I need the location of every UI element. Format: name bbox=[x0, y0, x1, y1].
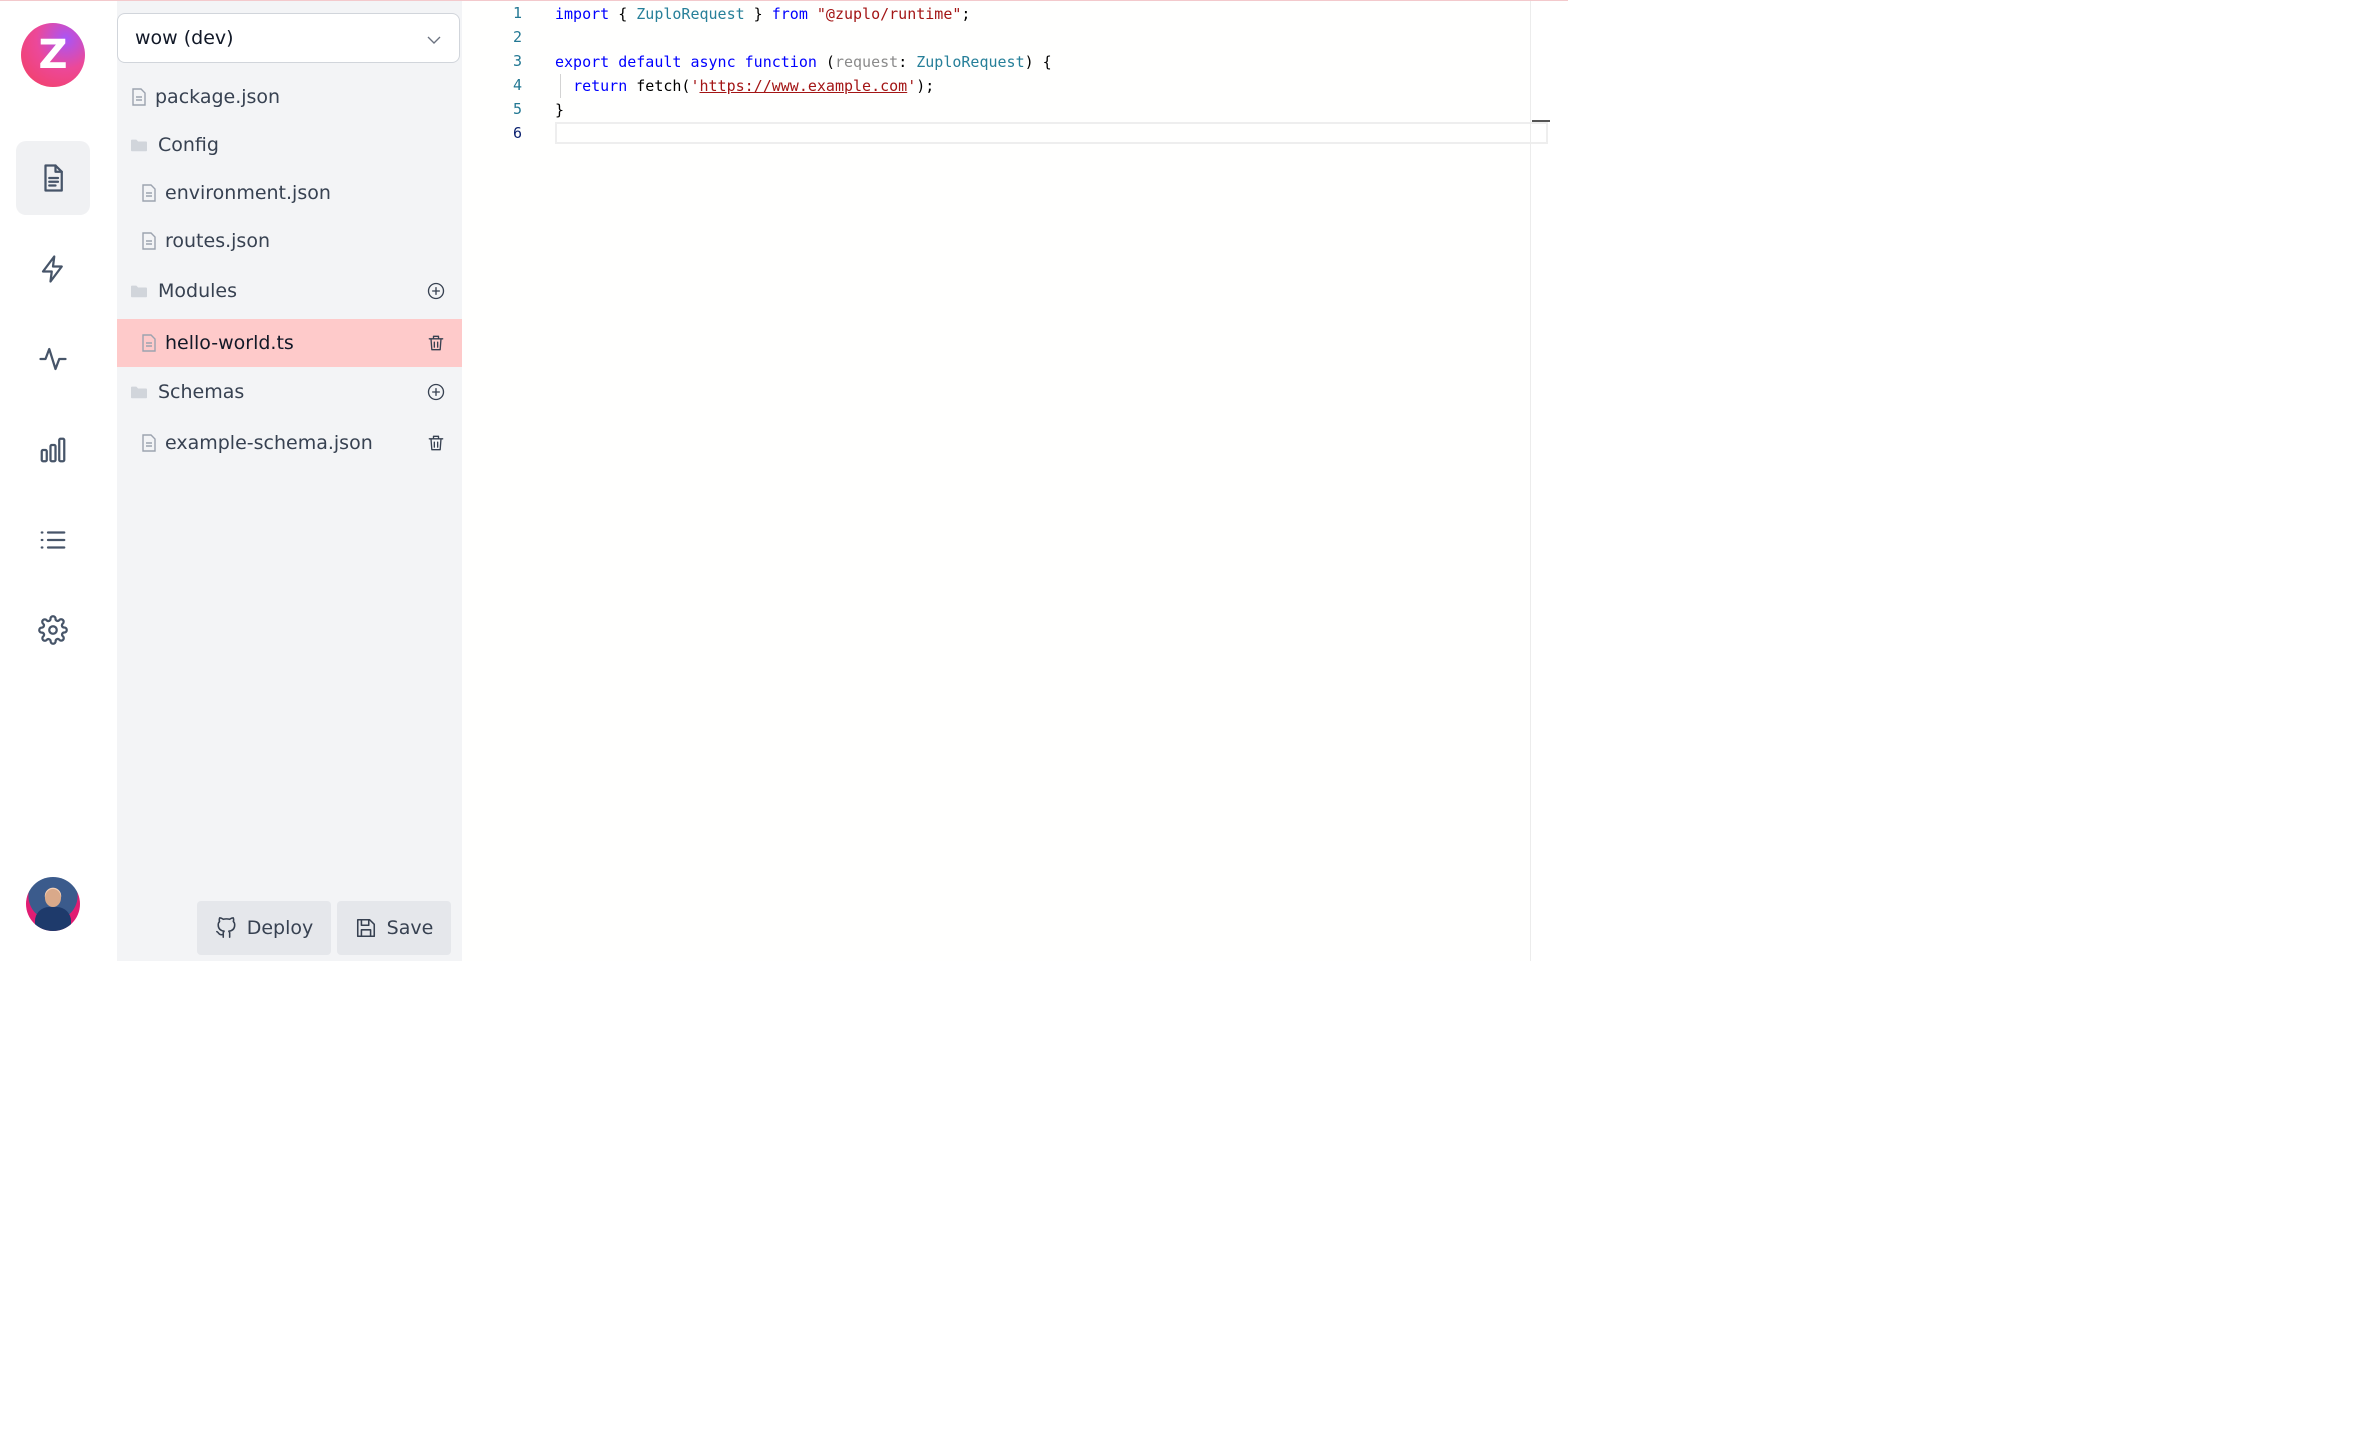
files-nav-button[interactable] bbox=[16, 141, 90, 215]
folder-label: Config bbox=[158, 134, 219, 156]
user-avatar[interactable] bbox=[26, 877, 80, 931]
file-label: example-schema.json bbox=[165, 432, 373, 454]
file-explorer-panel: wow (dev) package.json Config environmen… bbox=[117, 1, 462, 961]
analytics-nav-button[interactable] bbox=[16, 413, 90, 487]
folder-item-schemas[interactable]: Schemas bbox=[117, 368, 462, 416]
line-number: 5 bbox=[512, 100, 522, 118]
floppy-disk-icon bbox=[356, 918, 375, 938]
file-icon bbox=[131, 88, 147, 106]
gear-icon bbox=[38, 615, 68, 645]
file-item-hello-world-ts[interactable]: hello-world.ts bbox=[117, 319, 462, 367]
folder-icon bbox=[130, 282, 148, 300]
current-line-highlight bbox=[555, 122, 1548, 144]
trash-icon bbox=[428, 335, 444, 351]
logs-nav-button[interactable] bbox=[16, 503, 90, 577]
code-line-1: import { ZuploRequest } from "@zuplo/run… bbox=[555, 5, 971, 23]
document-icon bbox=[44, 164, 63, 192]
plus-circle-icon bbox=[427, 383, 445, 401]
add-schema-button[interactable] bbox=[426, 382, 446, 402]
file-item-package-json[interactable]: package.json bbox=[117, 73, 462, 121]
save-label: Save bbox=[386, 917, 434, 939]
line-number: 4 bbox=[512, 76, 522, 94]
code-line-4: return fetch('https://www.example.com'); bbox=[573, 77, 935, 95]
bar-chart-icon bbox=[40, 437, 66, 463]
delete-file-button[interactable] bbox=[426, 333, 446, 353]
lightning-icon bbox=[41, 255, 63, 283]
file-label: hello-world.ts bbox=[165, 332, 294, 354]
file-item-example-schema-json[interactable]: example-schema.json bbox=[117, 419, 462, 467]
delete-file-button[interactable] bbox=[426, 433, 446, 453]
trash-icon bbox=[428, 435, 444, 451]
left-nav-rail: Z bbox=[0, 1, 106, 961]
avatar-body bbox=[35, 907, 71, 931]
logo-letter: Z bbox=[38, 32, 68, 78]
overview-ruler-cursor-mark bbox=[1532, 120, 1550, 122]
folder-icon bbox=[130, 136, 148, 154]
line-number: 3 bbox=[512, 52, 522, 70]
file-icon bbox=[141, 334, 157, 352]
zuplo-logo[interactable]: Z bbox=[21, 23, 85, 87]
file-icon bbox=[141, 184, 157, 202]
file-label: routes.json bbox=[165, 230, 270, 252]
settings-nav-button[interactable] bbox=[16, 593, 90, 667]
folder-item-modules[interactable]: Modules bbox=[117, 267, 462, 315]
file-item-environment-json[interactable]: environment.json bbox=[117, 169, 462, 217]
code-editor[interactable]: 1 2 3 4 5 6 import { ZuploRequest } from… bbox=[462, 1, 1548, 961]
folder-item-config[interactable]: Config bbox=[117, 121, 462, 169]
line-number: 2 bbox=[512, 28, 522, 46]
editor-scrollbar[interactable] bbox=[1530, 1, 1531, 961]
file-label: package.json bbox=[155, 86, 281, 108]
list-icon bbox=[40, 531, 66, 549]
code-line-3: export default async function (request: … bbox=[555, 53, 1052, 71]
activity-nav-button[interactable] bbox=[16, 322, 90, 396]
line-number: 6 bbox=[512, 124, 522, 142]
file-icon bbox=[141, 434, 157, 452]
file-item-routes-json[interactable]: routes.json bbox=[117, 217, 462, 265]
deploy-label: Deploy bbox=[246, 917, 314, 939]
line-number: 1 bbox=[512, 4, 522, 22]
save-button[interactable]: Save bbox=[337, 901, 451, 955]
avatar-head bbox=[45, 889, 61, 907]
pulse-icon bbox=[39, 347, 67, 371]
file-label: environment.json bbox=[165, 182, 331, 204]
routes-nav-button[interactable] bbox=[16, 232, 90, 306]
folder-label: Modules bbox=[158, 280, 237, 302]
folder-label: Schemas bbox=[158, 381, 245, 403]
plus-circle-icon bbox=[427, 282, 445, 300]
environment-selected-value: wow (dev) bbox=[135, 27, 234, 49]
deploy-button[interactable]: Deploy bbox=[197, 901, 331, 955]
file-icon bbox=[141, 232, 157, 250]
environment-select[interactable]: wow (dev) bbox=[117, 13, 460, 63]
add-module-button[interactable] bbox=[426, 281, 446, 301]
github-icon bbox=[215, 917, 236, 938]
chevron-down-icon bbox=[425, 31, 443, 49]
folder-icon bbox=[130, 383, 148, 401]
code-line-5: } bbox=[555, 101, 565, 119]
